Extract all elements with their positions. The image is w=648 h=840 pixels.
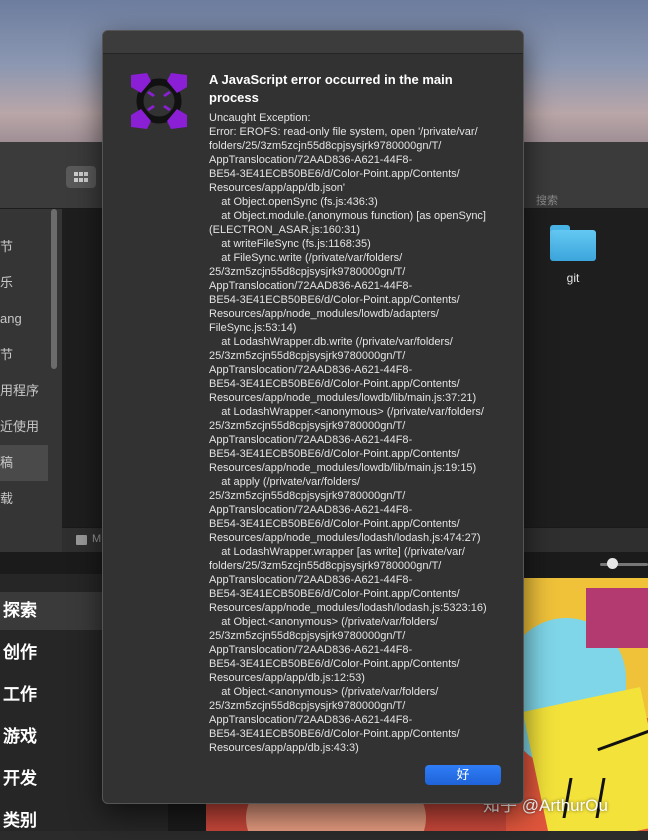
dialog-message: Uncaught Exception: Error: EROFS: read-o… <box>209 112 487 754</box>
nav-item-create[interactable]: 创作 <box>0 634 113 672</box>
sidebar-item[interactable]: 乐 <box>0 265 48 301</box>
nav-item-explore[interactable]: 探索 <box>0 592 113 630</box>
nav-item-categories[interactable]: 类别 <box>0 802 113 840</box>
dialog-title: A JavaScript error occurred in the main … <box>209 72 453 105</box>
nav-item-work[interactable]: 工作 <box>0 676 113 714</box>
sidebar-item[interactable]: 用程序 <box>0 373 48 409</box>
sidebar-item[interactable]: 载 <box>0 481 48 517</box>
icon-view-button[interactable] <box>66 166 96 188</box>
sidebar-item[interactable]: ang <box>0 301 48 337</box>
sidebar-scrollbar[interactable] <box>51 209 57 369</box>
sidebar-item-selected[interactable]: 稿 <box>0 445 48 481</box>
nav-item-games[interactable]: 游戏 <box>0 718 113 756</box>
error-dialog: A JavaScript error occurred in the main … <box>102 30 524 804</box>
color-point-app-icon <box>131 73 187 129</box>
status-text: M <box>92 533 102 545</box>
nav-item-develop[interactable]: 开发 <box>0 760 113 798</box>
ok-button[interactable]: 好 <box>425 765 501 785</box>
disk-icon <box>76 535 87 545</box>
dialog-titlebar[interactable] <box>103 31 523 54</box>
grid-icon <box>74 172 88 182</box>
folder-label[interactable]: git <box>550 271 596 285</box>
sidebar-item[interactable]: 节 <box>0 337 48 373</box>
finder-sidebar: 节 乐 ang 节 用程序 近使用 稿 载 <box>0 209 62 552</box>
sidebar-item[interactable]: 节 <box>0 229 48 265</box>
search-label: 搜索 <box>536 195 558 207</box>
sidebar-item[interactable]: 近使用 <box>0 409 48 445</box>
folder-icon[interactable] <box>550 225 596 261</box>
zoom-slider-knob[interactable] <box>607 558 618 569</box>
